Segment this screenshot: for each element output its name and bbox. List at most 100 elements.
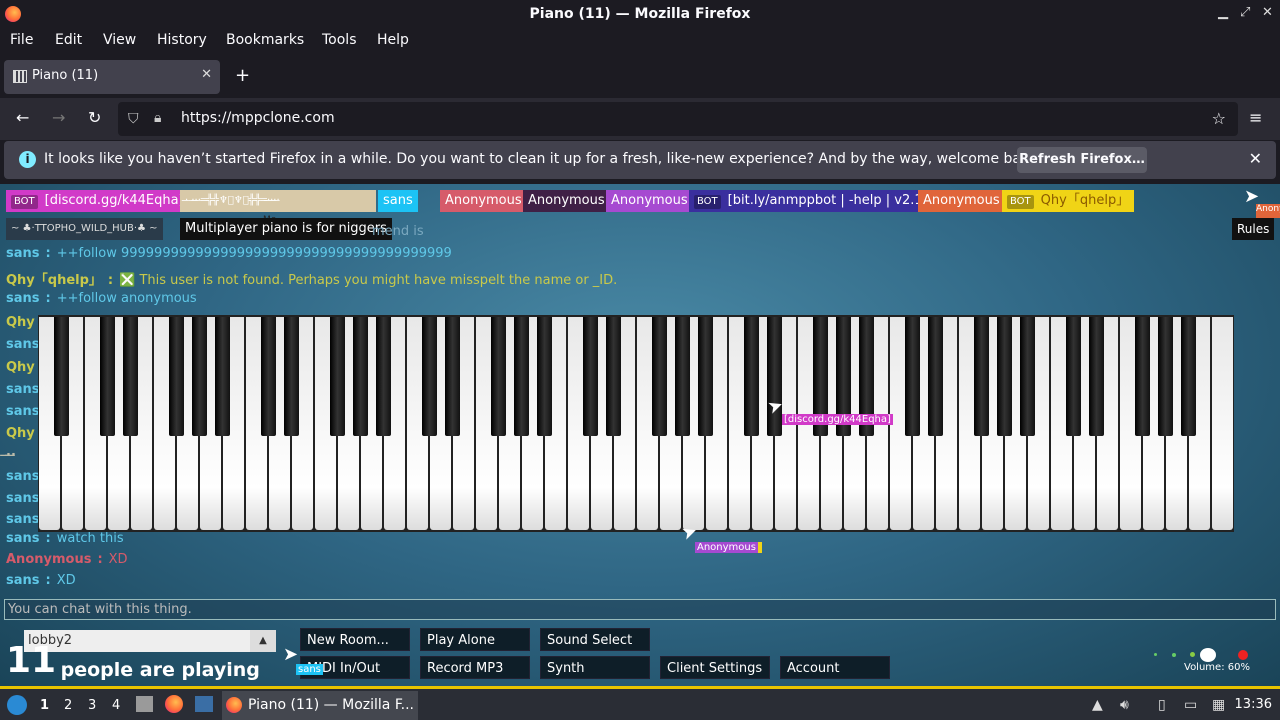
workspace-4[interactable]: 4 — [112, 698, 120, 713]
reload-icon[interactable]: ↻ — [88, 108, 101, 127]
black-key[interactable] — [904, 317, 920, 436]
user-pill[interactable]: Anonymous — [918, 190, 1005, 212]
client-settings-button[interactable]: Client Settings — [660, 656, 770, 679]
user-pill-ttopho[interactable]: ~ ♣·TTOPHO_WILD_HUB·♣ ~ — [6, 218, 163, 240]
workspace-2[interactable]: 2 — [64, 698, 72, 713]
black-key[interactable] — [329, 317, 345, 436]
chat-author-partial: sans — [6, 337, 40, 352]
refresh-firefox-button[interactable]: Refresh Firefox… — [1017, 147, 1147, 173]
new-tab-icon[interactable]: + — [235, 65, 250, 86]
chat-author: sans — [6, 246, 40, 261]
black-key[interactable] — [191, 317, 207, 436]
sans-cursor-tag: sans — [296, 664, 323, 675]
new-room-button[interactable]: New Room... — [300, 628, 410, 651]
black-key[interactable] — [99, 317, 115, 436]
menu-tools[interactable]: Tools — [322, 32, 357, 48]
chat-separator: : — [45, 573, 51, 588]
black-key[interactable] — [996, 317, 1012, 436]
black-key[interactable] — [1180, 317, 1196, 436]
black-key[interactable] — [53, 317, 69, 436]
menu-bookmarks[interactable]: Bookmarks — [226, 32, 304, 48]
menu-file[interactable]: File — [10, 32, 33, 48]
url-text[interactable]: https://mppclone.com — [181, 110, 335, 126]
display-icon[interactable]: ▭ — [1184, 697, 1197, 713]
user-pill-tooltip[interactable]: Multiplayer piano is for niggers — [180, 218, 392, 240]
black-key[interactable] — [1019, 317, 1035, 436]
user-pill[interactable]: sans — [378, 190, 418, 212]
clipboard-icon[interactable]: ▯ — [1158, 697, 1166, 713]
chat-input[interactable]: You can chat with this thing. — [4, 599, 1276, 620]
black-key[interactable] — [352, 317, 368, 436]
shield-icon[interactable]: ⛉ — [128, 111, 139, 127]
user-name: Anonymous — [445, 193, 522, 208]
tray-up-icon[interactable]: ▲ — [1092, 697, 1103, 713]
black-key[interactable] — [973, 317, 989, 436]
black-key[interactable] — [283, 317, 299, 436]
url-bar[interactable]: ⛉ 🔒︎ https://mppclone.com ☆ — [118, 102, 1238, 136]
synth-button[interactable]: Synth — [540, 656, 650, 679]
white-key[interactable] — [1212, 317, 1233, 530]
black-key[interactable] — [421, 317, 437, 436]
piano-keyboard[interactable] — [38, 315, 1234, 532]
black-key[interactable] — [1088, 317, 1104, 436]
menu-history[interactable]: History — [157, 32, 207, 48]
user-pill[interactable]: BOT [discord.gg/k44Eqha] — [6, 190, 189, 212]
user-pill[interactable]: BOT Qhy「qhelp」 — [1002, 190, 1135, 212]
close-window-icon[interactable]: ✕ — [1262, 5, 1273, 20]
sound-select-button[interactable]: Sound Select — [540, 628, 650, 651]
record-mp3-button[interactable]: Record MP3 — [420, 656, 530, 679]
lock-icon[interactable]: 🔒︎ — [154, 110, 161, 126]
black-key[interactable] — [1065, 317, 1081, 436]
black-key[interactable] — [536, 317, 552, 436]
taskbar-window-firefox[interactable]: Piano (11) — Mozilla F... — [222, 691, 418, 720]
menu-view[interactable]: View — [103, 32, 136, 48]
volume-knob-handle[interactable] — [1200, 648, 1216, 662]
back-icon[interactable]: ← — [16, 108, 29, 127]
user-pill[interactable]: ·̶ ·̶·̶·̶═╬╬♆ⷡ♆ⷴ╬╬═·̶·̶·̶·̶ — [180, 190, 376, 212]
close-notification-icon[interactable]: ✕ — [1249, 149, 1262, 168]
black-key[interactable] — [743, 317, 759, 436]
desktop-icon[interactable] — [195, 696, 213, 712]
black-key[interactable] — [582, 317, 598, 436]
minimize-icon[interactable]: ▁ — [1218, 5, 1228, 20]
black-key[interactable] — [444, 317, 460, 436]
close-tab-icon[interactable]: ✕ — [201, 67, 212, 82]
black-key[interactable] — [1134, 317, 1150, 436]
user-pill[interactable]: Anonymous — [606, 190, 693, 212]
tab-piano[interactable]: Piano (11) ✕ — [4, 60, 220, 94]
black-key[interactable] — [513, 317, 529, 436]
volume-led — [1172, 653, 1176, 657]
black-key[interactable] — [375, 317, 391, 436]
file-manager-icon[interactable] — [136, 696, 153, 712]
forward-icon[interactable]: → — [52, 108, 65, 127]
workspace-3[interactable]: 3 — [88, 698, 96, 713]
volume-icon[interactable]: 🔊︎ — [1120, 697, 1129, 713]
menu-bar: File Edit View History Bookmarks Tools H… — [0, 29, 1280, 53]
black-key[interactable] — [168, 317, 184, 436]
start-menu-icon[interactable] — [7, 695, 27, 715]
maximize-icon[interactable]: ⤢ — [1240, 5, 1250, 20]
black-key[interactable] — [927, 317, 943, 436]
black-key[interactable] — [674, 317, 690, 436]
black-key[interactable] — [651, 317, 667, 436]
account-button[interactable]: Account — [780, 656, 890, 679]
rules-button[interactable]: Rules — [1232, 218, 1275, 240]
firefox-launcher-icon[interactable] — [165, 695, 183, 713]
menu-edit[interactable]: Edit — [55, 32, 82, 48]
black-key[interactable] — [260, 317, 276, 436]
black-key[interactable] — [214, 317, 230, 436]
black-key[interactable] — [490, 317, 506, 436]
black-key[interactable] — [1157, 317, 1173, 436]
user-pill[interactable]: Anonymous — [440, 190, 527, 212]
user-pill[interactable]: BOT [bit.ly/anmppbot | -help | v2.1] — [689, 190, 933, 212]
bookmark-star-icon[interactable]: ☆ — [1212, 109, 1226, 128]
black-key[interactable] — [122, 317, 138, 436]
workspace-1[interactable]: 1 — [40, 698, 49, 713]
network-icon[interactable]: ▦ — [1212, 697, 1225, 713]
black-key[interactable] — [697, 317, 713, 436]
play-alone-button[interactable]: Play Alone — [420, 628, 530, 651]
hamburger-menu-icon[interactable]: ≡ — [1249, 108, 1262, 127]
user-pill[interactable]: Anonymous — [523, 190, 610, 212]
menu-help[interactable]: Help — [377, 32, 409, 48]
black-key[interactable] — [605, 317, 621, 436]
